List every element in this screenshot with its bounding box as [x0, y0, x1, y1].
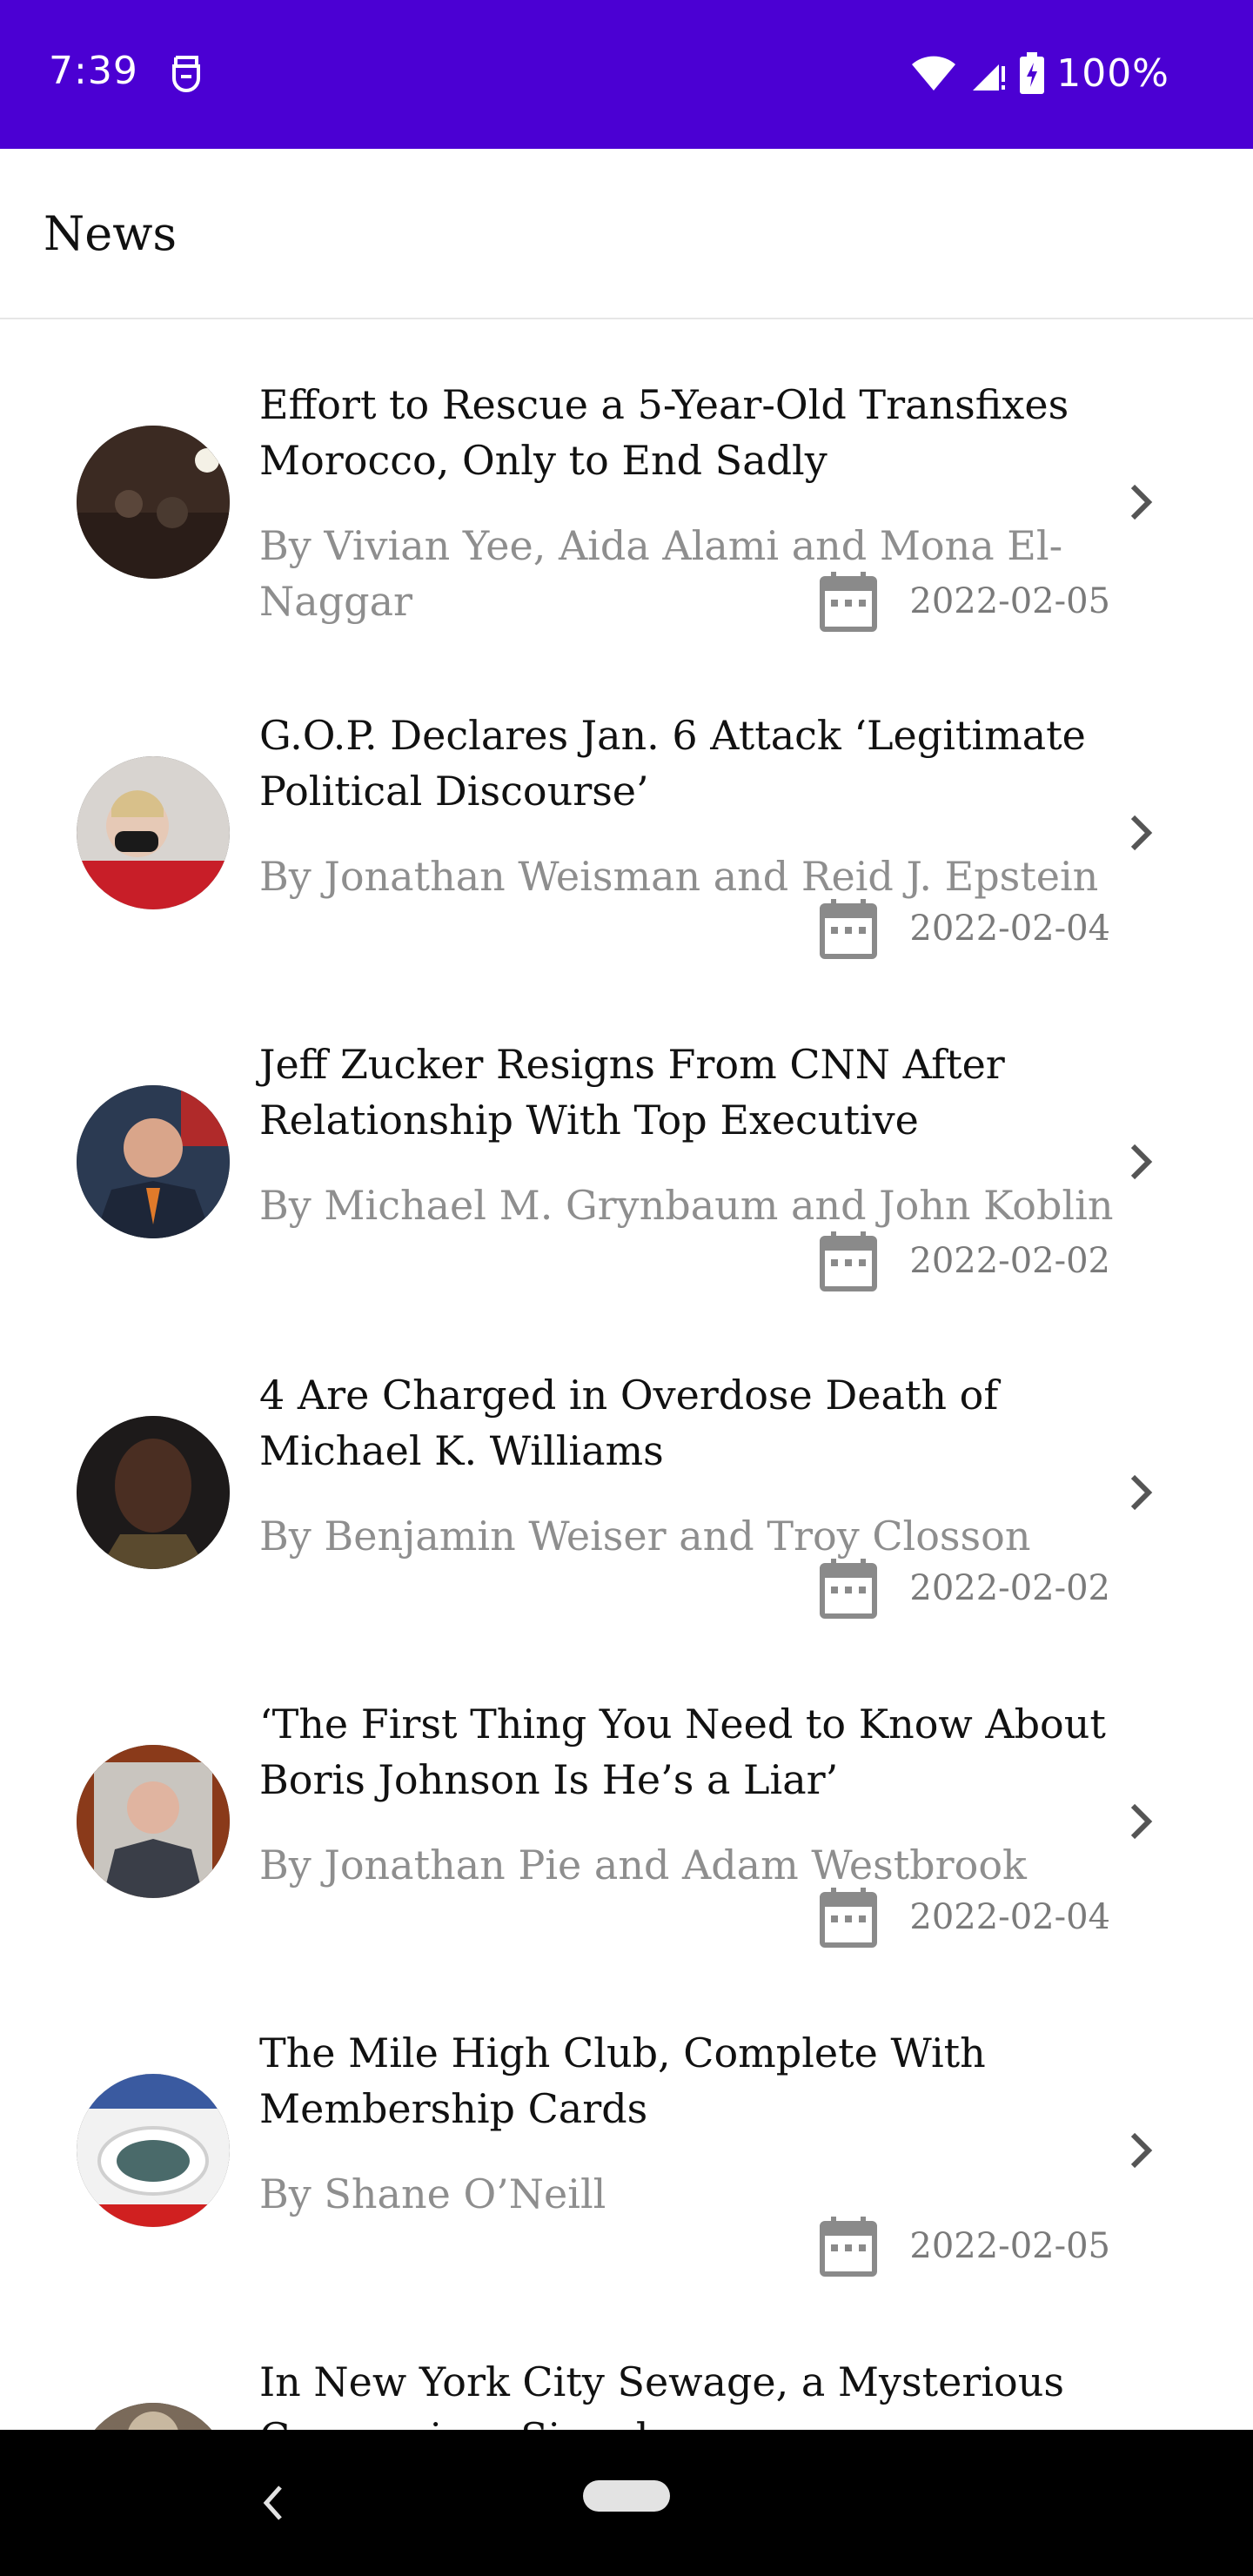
news-list-item[interactable]: G.O.P. Declares Jan. 6 Attack ‘Legitimat… — [0, 652, 1253, 981]
article-date-text: 2022-02-04 — [909, 909, 1110, 949]
chevron-right-icon[interactable] — [1124, 480, 1159, 525]
calendar-icon — [820, 572, 878, 632]
article-thumbnail — [77, 1085, 230, 1238]
status-time: 7:39 — [49, 49, 138, 93]
article-title: In New York City Sewage, a Mysterious Co… — [259, 2358, 1064, 2431]
status-bar: 7:39 100% — [0, 0, 1253, 149]
chevron-right-icon[interactable] — [1124, 1139, 1159, 1184]
article-date-text: 2022-02-02 — [909, 1241, 1110, 1281]
article-title: G.O.P. Declares Jan. 6 Attack ‘Legitimat… — [259, 712, 1086, 815]
back-icon[interactable] — [254, 2479, 292, 2527]
signal-icon — [973, 64, 1006, 91]
chevron-right-icon[interactable] — [1124, 810, 1159, 855]
article-date: 2022-02-02 — [819, 1230, 1110, 1292]
news-list-item[interactable]: The Mile High Club, Complete With Member… — [0, 1969, 1253, 2298]
article-date-text: 2022-02-05 — [909, 581, 1110, 621]
article-title: ‘The First Thing You Need to Know About … — [259, 1701, 1106, 1803]
news-list-item[interactable]: 4 Are Charged in Overdose Death of Micha… — [0, 1311, 1253, 1640]
news-list[interactable]: Effort to Rescue a 5-Year-Old Transfixes… — [0, 321, 1253, 2431]
news-list-item[interactable]: In New York City Sewage, a Mysterious Co… — [0, 2298, 1253, 2431]
article-thumbnail — [77, 756, 230, 909]
wifi-icon — [912, 56, 956, 91]
calendar-icon — [820, 1231, 878, 1291]
navigation-bar — [0, 2430, 1253, 2576]
article-title: Jeff Zucker Resigns From CNN After Relat… — [259, 1041, 1005, 1144]
article-byline: By Jonathan Pie and Adam Westbrook — [259, 1841, 1027, 1888]
article-date-text: 2022-02-02 — [909, 1568, 1110, 1608]
article-byline: By Benjamin Weiser and Troy Closson — [259, 1513, 1031, 1560]
article-byline: By Shane O’Neill — [259, 2170, 606, 2217]
article-thumbnail — [77, 2074, 230, 2227]
calendar-icon — [820, 2217, 878, 2277]
article-date-text: 2022-02-04 — [909, 1897, 1110, 1937]
calendar-icon — [820, 1888, 878, 1948]
article-byline: By Jonathan Weisman and Reid J. Epstein — [259, 853, 1099, 900]
chevron-right-icon[interactable] — [1124, 1799, 1159, 1844]
screen: 7:39 100% News Effort to Rescue a 5-Year… — [0, 0, 1253, 2576]
news-list-item[interactable]: Effort to Rescue a 5-Year-Old Transfixes… — [0, 321, 1253, 650]
calendar-icon — [820, 1559, 878, 1619]
article-byline: By Michael M. Grynbaum and John Koblin — [259, 1182, 1114, 1229]
news-list-item[interactable]: Jeff Zucker Resigns From CNN After Relat… — [0, 981, 1253, 1310]
article-thumbnail — [77, 426, 230, 579]
status-indicators: 100% — [910, 49, 1169, 97]
article-title: Effort to Rescue a 5-Year-Old Transfixes… — [259, 381, 1069, 484]
battery-percentage: 100% — [1056, 50, 1169, 96]
page-title: News — [44, 206, 178, 261]
calendar-icon — [820, 899, 878, 959]
article-title: 4 Are Charged in Overdose Death of Micha… — [259, 1372, 999, 1474]
article-date: 2022-02-04 — [819, 897, 1110, 960]
article-thumbnail — [77, 1416, 230, 1569]
article-title: The Mile High Club, Complete With Member… — [259, 2029, 986, 2132]
app-bar: News — [0, 149, 1253, 319]
battery-icon — [1020, 52, 1045, 94]
app-notification-icon — [172, 56, 200, 92]
news-list-item[interactable]: ‘The First Thing You Need to Know About … — [0, 1640, 1253, 1969]
article-date: 2022-02-04 — [819, 1886, 1110, 1949]
article-thumbnail — [77, 2403, 230, 2431]
article-date: 2022-02-05 — [819, 570, 1110, 633]
article-thumbnail — [77, 1745, 230, 1898]
chevron-right-icon[interactable] — [1124, 1470, 1159, 1515]
article-date: 2022-02-02 — [819, 1557, 1110, 1620]
article-date: 2022-02-05 — [819, 2215, 1110, 2277]
home-handle[interactable] — [583, 2480, 670, 2512]
chevron-right-icon[interactable] — [1124, 2128, 1159, 2173]
article-date-text: 2022-02-05 — [909, 2226, 1110, 2266]
